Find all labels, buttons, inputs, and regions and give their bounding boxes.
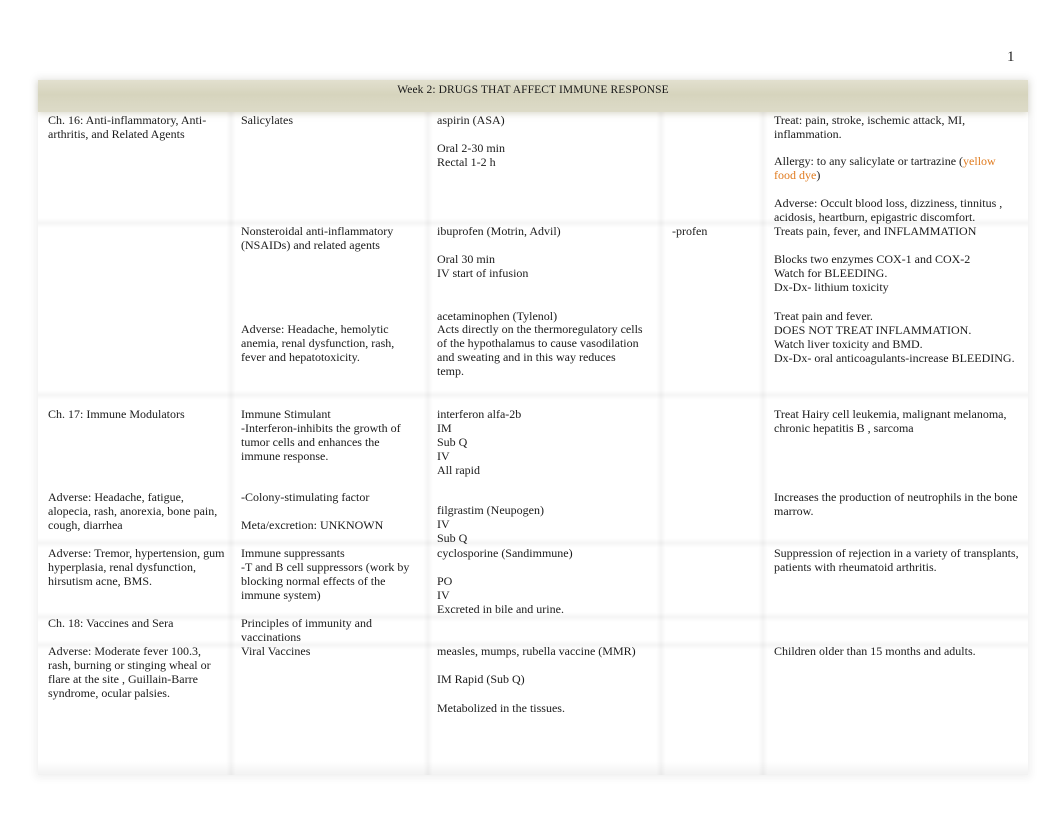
aspirin-allergy: Allergy: to any salicylate or tartrazine… [774,154,1024,182]
nsaids-adverse: Adverse: Headache, hemolytic anemia, ren… [241,322,395,364]
drug-interferon: interferon alfa-2b IM Sub Q IV All rapid [437,407,522,477]
class-nsaids: Nonsteroidal anti-inflammatory (NSAIDs) … [241,224,394,252]
drug-filgrastim: filgrastim (Neupogen) IV Sub Q [437,503,544,545]
chapter-17-cell: Ch. 17: Immune Modulators [48,407,185,421]
drug-aspirin-routes: Oral 2-30 min Rectal 1-2 h [437,141,505,169]
table-title: Week 2: DRUGS THAT AFFECT IMMUNE RESPONS… [397,84,669,96]
class-principles-immunity: Principles of immunity and vaccinations [241,616,372,644]
drug-acetaminophen-desc: Acts directly on the thermoregulatory ce… [437,322,643,378]
class-salicylates: Salicylates [241,113,293,127]
drug-cyclosporine-name: cyclosporine (Sandimmune) [437,546,573,560]
drug-cyclosporine-routes: PO IV Excreted in bile and urine. [437,574,564,616]
column-divider [423,112,433,775]
class-meta-excretion: Meta/excretion: UNKNOWN [241,518,384,532]
mmr-uses: Children older than 15 months and adults… [774,644,976,658]
drug-mmr-route: IM Rapid (Sub Q) [437,672,525,686]
page-number: 1 [1007,49,1015,65]
interferon-uses: Treat Hairy cell leukemia, malignant mel… [774,407,1007,435]
drug-acetaminophen-name: acetaminophen (Tylenol) [437,309,558,323]
class-colony-stimulating: -Colony-stimulating factor [241,490,370,504]
drug-ibuprofen-name: ibuprofen (Motrin, Advil) [437,224,561,238]
chapter-16-cell: Ch. 16: Anti-inflammatory, Anti- arthrit… [48,113,207,141]
class-immune-suppressants: Immune suppressants -T and B cell suppre… [241,546,410,602]
aspirin-adverse: Adverse: Occult blood loss, dizziness, t… [774,196,1003,224]
drug-mmr-meta: Metabolized in the tissues. [437,701,565,715]
stem-profen: -profen [672,224,708,238]
table-header: Week 2: DRUGS THAT AFFECT IMMUNE RESPONS… [38,80,1028,112]
cyclosporine-uses: Suppression of rejection in a variety of… [774,546,1019,574]
allergy-text: Allergy: to any salicylate or tartrazine… [774,154,964,168]
filgrastim-uses: Increases the production of neutrophils … [774,490,1018,518]
drug-mmr-name: measles, mumps, rubella vaccine (MMR) [437,644,636,658]
drug-aspirin-name: aspirin (ASA) [437,113,505,127]
class-viral-vaccines: Viral Vaccines [241,644,311,658]
chapter-17-adverse: Adverse: Headache, fatigue, alopecia, ra… [48,490,218,532]
ibuprofen-details: Blocks two enzymes COX-1 and COX-2 Watch… [774,252,971,294]
ibuprofen-uses: Treats pain, fever, and INFLAMMATION [774,224,977,238]
aspirin-uses: Treat: pain, stroke, ischemic attack, MI… [774,113,966,141]
column-divider [758,112,768,775]
drug-ibuprofen-routes: Oral 30 min IV start of infusion [437,252,529,280]
vaccine-adverse: Adverse: Moderate fever 100.3, rash, bur… [48,644,211,700]
column-divider [656,112,666,775]
row-divider [38,390,1028,400]
table-bottom [38,761,1028,775]
class-immune-stimulant: Immune Stimulant -Interferon-inhibits th… [241,407,401,463]
allergy-close: ) [816,168,821,182]
chapter-18-cell: Ch. 18: Vaccines and Sera [48,616,174,630]
acetaminophen-uses: Treat pain and fever. DOES NOT TREAT INF… [774,309,1015,365]
suppressant-adverse: Adverse: Tremor, hypertension, gum hyper… [48,546,225,588]
drug-table: Week 2: DRUGS THAT AFFECT IMMUNE RESPONS… [38,80,1028,775]
